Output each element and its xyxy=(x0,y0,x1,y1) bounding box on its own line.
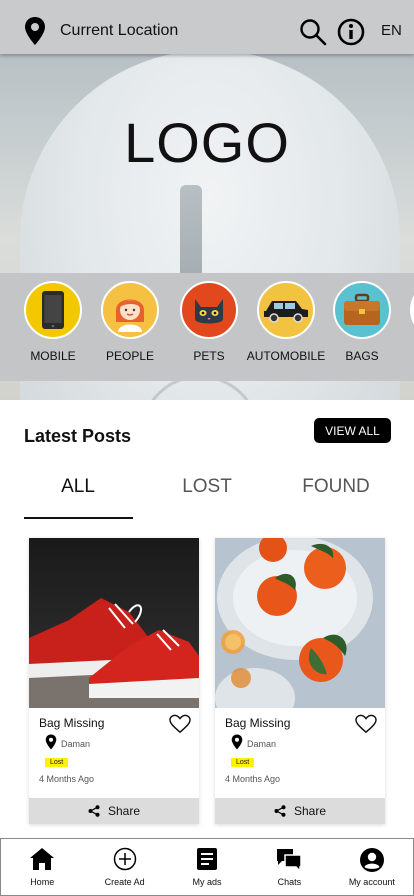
cat-icon xyxy=(180,281,238,339)
car-icon xyxy=(257,281,315,339)
share-button[interactable]: Share xyxy=(215,798,385,824)
partial-icon xyxy=(410,281,414,339)
category-bags[interactable]: BAGS xyxy=(322,281,402,363)
nav-label: Chats xyxy=(277,877,302,887)
post-title: Bag Missing xyxy=(225,716,291,730)
status-badge: Lost xyxy=(45,758,69,767)
post-image-oranges[interactable] xyxy=(215,538,385,708)
tab-all[interactable]: ALL xyxy=(23,476,133,498)
nav-create-ad[interactable]: Create Ad xyxy=(83,839,165,895)
nav-label: My ads xyxy=(192,877,222,887)
ads-icon xyxy=(197,848,218,870)
nav-label: My account xyxy=(348,877,395,887)
category-partial[interactable]: DO xyxy=(399,281,414,363)
category-pets[interactable]: PETS xyxy=(169,281,249,363)
location-pin-icon xyxy=(231,734,243,750)
category-people[interactable]: PEOPLE xyxy=(90,281,170,363)
view-all-button[interactable]: VIEW ALL xyxy=(314,418,391,443)
share-icon xyxy=(88,805,100,817)
logo: LOGO xyxy=(124,111,290,174)
share-button[interactable]: Share xyxy=(29,798,199,824)
post-card[interactable]: Bag Missing Daman Lost 4 Months Ago Shar… xyxy=(215,538,385,824)
category-automobile[interactable]: AUTOMOBILE xyxy=(246,281,326,363)
top-bar: Current Location EN xyxy=(0,0,414,54)
nav-home[interactable]: Home xyxy=(1,839,83,895)
category-label: BAGS xyxy=(345,349,379,363)
plus-circle-icon xyxy=(113,847,136,871)
nav-chats[interactable]: Chats xyxy=(248,839,330,895)
category-label: AUTOMOBILE xyxy=(246,349,326,363)
account-icon xyxy=(359,848,384,872)
post-time: 4 Months Ago xyxy=(225,774,281,784)
briefcase-icon xyxy=(333,281,391,339)
bottom-nav: Home Create Ad My ads Chats My account xyxy=(0,838,414,896)
chat-icon xyxy=(277,849,303,873)
location-pin-icon[interactable] xyxy=(24,16,46,46)
home-icon xyxy=(30,848,55,870)
post-title: Bag Missing xyxy=(39,716,105,730)
share-label: Share xyxy=(293,804,327,818)
post-location: Daman xyxy=(247,739,277,749)
current-location-label[interactable]: Current Location xyxy=(60,22,178,40)
post-card[interactable]: Bag Missing Daman Lost 4 Months Ago Shar… xyxy=(29,538,199,824)
post-image-sneakers[interactable] xyxy=(29,538,199,708)
category-strip: MOBILE PEOPLE PETS AUTOMOBILE BAGS xyxy=(0,273,414,381)
tab-lost[interactable]: LOST xyxy=(152,476,262,498)
info-icon[interactable] xyxy=(337,18,365,46)
person-icon xyxy=(101,281,159,339)
nav-my-account[interactable]: My account xyxy=(331,839,413,895)
category-label: PEOPLE xyxy=(105,349,155,363)
category-mobile[interactable]: MOBILE xyxy=(13,281,93,363)
post-location: Daman xyxy=(61,739,91,749)
status-badge: Lost xyxy=(231,758,255,767)
nav-label: Home xyxy=(30,877,55,887)
category-label: MOBILE xyxy=(30,349,76,363)
phone-icon xyxy=(24,281,82,339)
nav-my-ads[interactable]: My ads xyxy=(166,839,248,895)
nav-label: Create Ad xyxy=(104,877,145,887)
category-label: PETS xyxy=(193,349,225,363)
language-selector[interactable]: EN xyxy=(381,22,402,39)
share-icon xyxy=(274,805,286,817)
heart-icon[interactable] xyxy=(169,714,191,734)
share-label: Share xyxy=(107,804,141,818)
tab-found[interactable]: FOUND xyxy=(281,476,391,498)
heart-icon[interactable] xyxy=(355,714,377,734)
category-label: DO xyxy=(399,349,414,363)
post-time: 4 Months Ago xyxy=(39,774,95,784)
location-pin-icon xyxy=(45,734,57,750)
active-tab-indicator xyxy=(24,517,133,519)
latest-posts-title: Latest Posts xyxy=(24,426,132,446)
search-icon[interactable] xyxy=(299,18,327,46)
